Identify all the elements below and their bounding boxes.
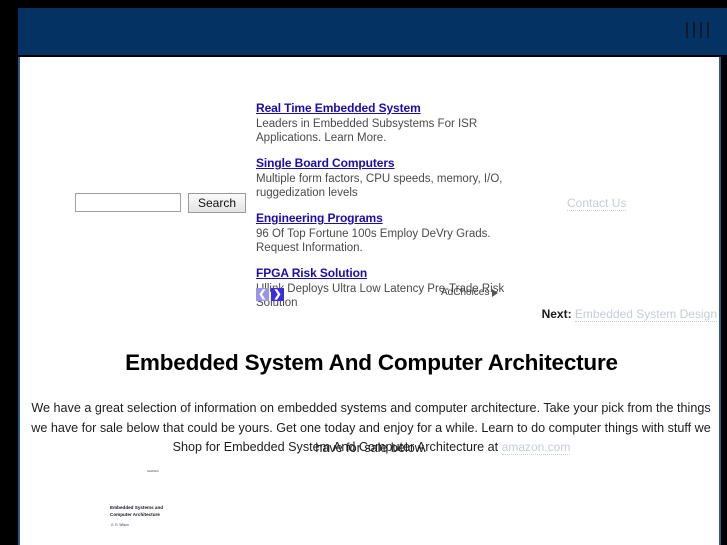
contact-us-link[interactable]: Contact Us	[567, 196, 627, 211]
shop-line: Shop for Embedded System And Computer Ar…	[20, 440, 719, 455]
ad-prev-button[interactable]: ❮	[256, 288, 269, 301]
ad-description: Leaders in Embedded Subsystems For ISR A…	[256, 118, 478, 144]
ad-title-link[interactable]: Real Time Embedded System	[256, 101, 506, 115]
header-mark-1	[686, 22, 688, 38]
ad-title-link[interactable]: FPGA Risk Solution	[256, 266, 506, 280]
search-form: Search	[75, 193, 247, 213]
book-cover-title: Embedded Systems and Computer Architectu…	[110, 505, 164, 517]
ad-item: Engineering Programs 96 Of Top Fortune 1…	[256, 211, 506, 255]
ad-next-button[interactable]: ❯	[271, 288, 284, 301]
content-frame: Real Time Embedded System Leaders in Emb…	[18, 57, 721, 545]
page-title: Embedded System And Computer Architectur…	[125, 350, 618, 376]
adchoices-label: AdChoices	[441, 287, 490, 298]
header-mark-4	[707, 22, 709, 38]
amazon-link[interactable]: amazon.com	[501, 440, 571, 455]
ad-description: 96 Of Top Fortune 100s Employ DeVry Grad…	[256, 228, 491, 254]
header-tally-marks	[686, 22, 709, 38]
book-cover-author: G. R. Wilson	[111, 523, 129, 527]
ad-item: Single Board Computers Multiple form fac…	[256, 156, 506, 200]
next-navigation: Next: Embedded System Design	[541, 307, 717, 322]
book-cover-image[interactable]: NEWNES Embedded Systems and Computer Arc…	[99, 462, 204, 545]
header-mark-2	[693, 22, 695, 38]
next-label: Next:	[541, 307, 572, 321]
ad-title-link[interactable]: Engineering Programs	[256, 211, 506, 225]
next-page-link[interactable]: Embedded System Design	[574, 307, 717, 322]
site-header-bar	[18, 8, 727, 55]
ad-pagination: ❮ ❯	[256, 288, 284, 301]
search-input[interactable]	[75, 193, 181, 212]
header-mark-3	[700, 22, 702, 38]
ad-item: Real Time Embedded System Leaders in Emb…	[256, 101, 506, 145]
adchoices-triangle-icon	[492, 288, 499, 297]
page-root: Real Time Embedded System Leaders in Emb…	[0, 0, 727, 545]
book-cover-publisher: NEWNES	[147, 470, 159, 473]
shop-line-prefix: Shop for Embedded System And Computer Ar…	[172, 440, 502, 454]
adchoices-link[interactable]: AdChoices	[441, 287, 499, 298]
search-button[interactable]: Search	[188, 193, 247, 213]
ad-title-link[interactable]: Single Board Computers	[256, 156, 506, 170]
ad-description: Multiple form factors, CPU speeds, memor…	[256, 173, 503, 199]
